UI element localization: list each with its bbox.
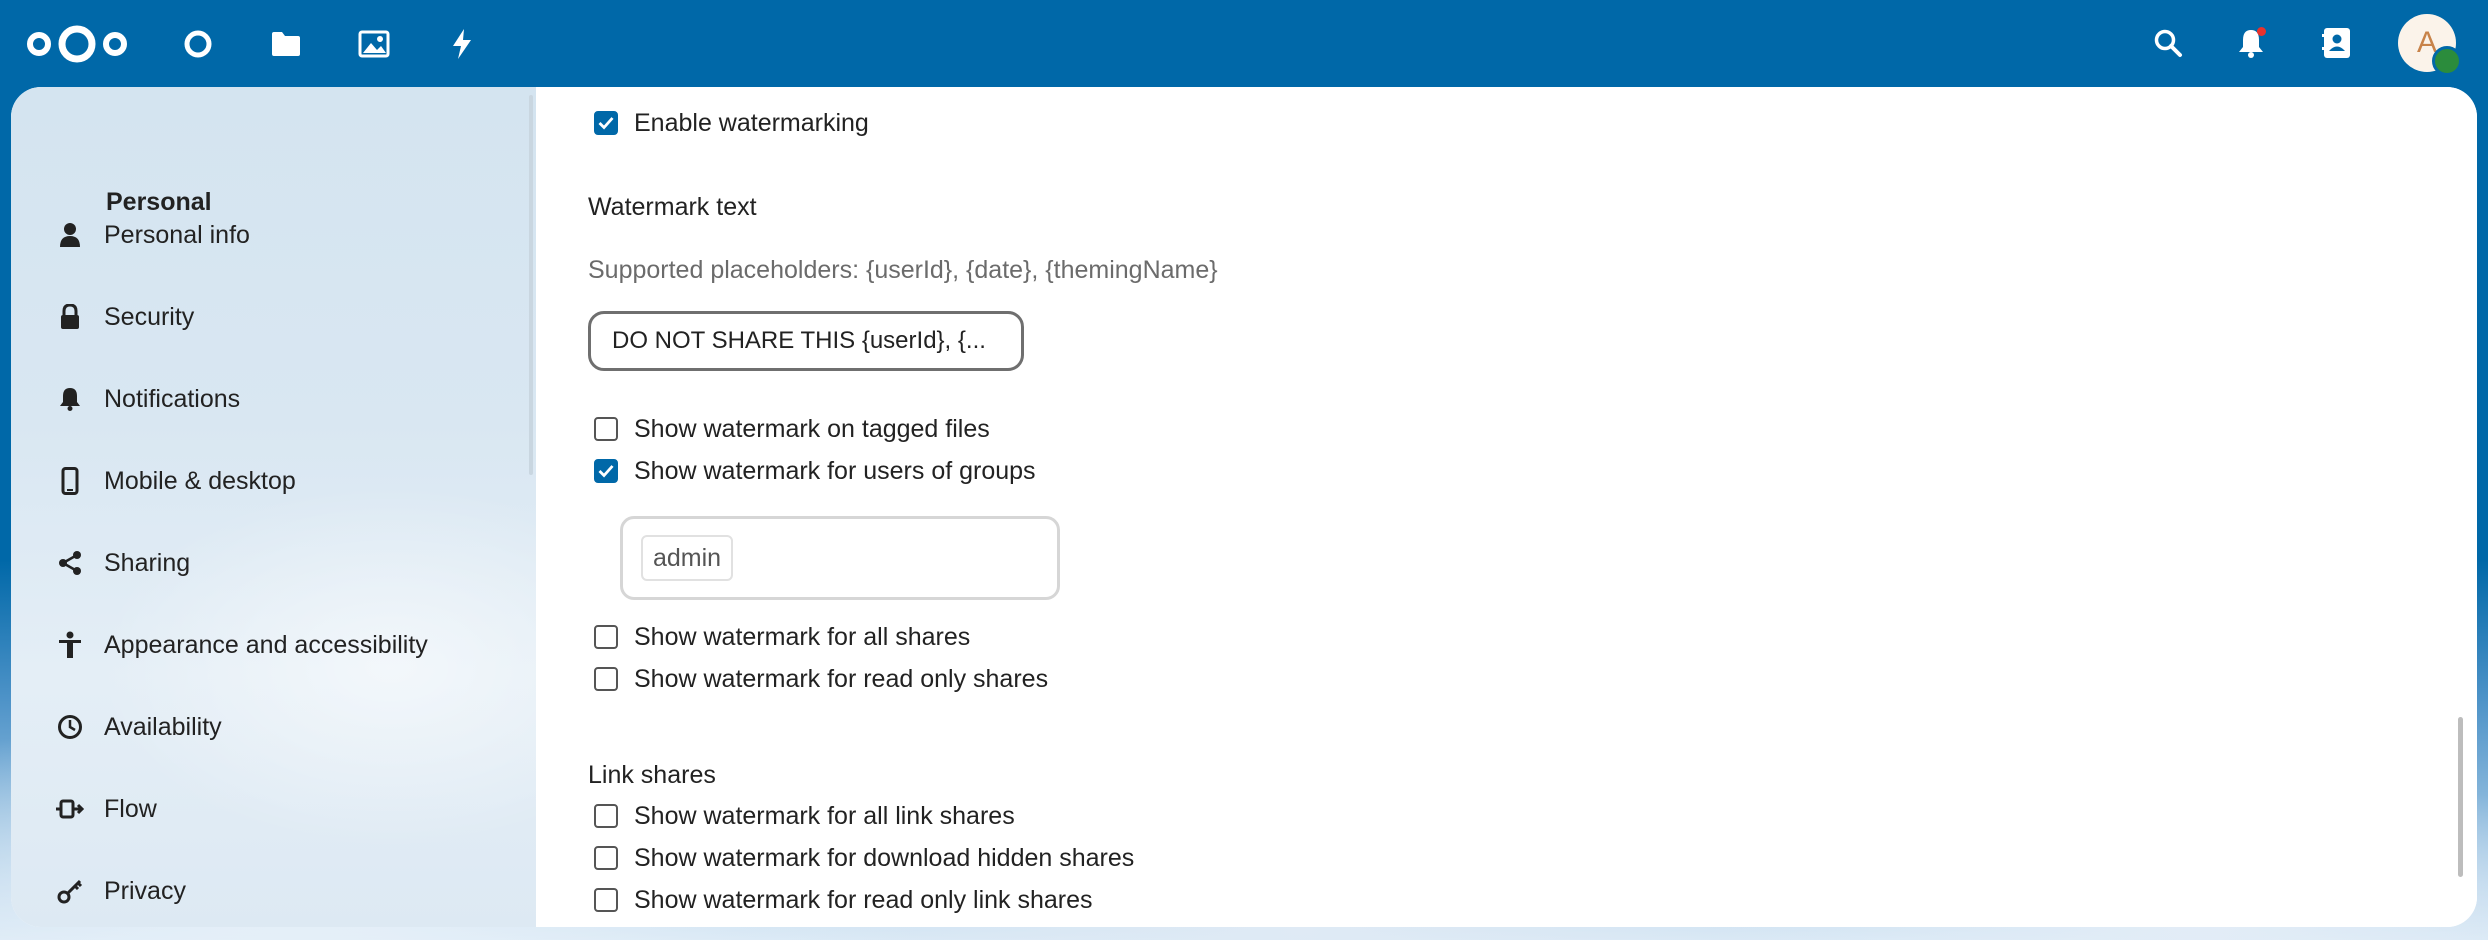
- sidebar-item-label: Appearance and accessibility: [104, 630, 428, 659]
- placeholders-hint: Supported placeholders: {userId}, {date}…: [588, 256, 1218, 284]
- group-chip[interactable]: admin: [641, 535, 734, 581]
- sidebar-item-personal-info[interactable]: Personal info: [41, 205, 511, 265]
- photos-app-icon[interactable]: [352, 22, 396, 66]
- users-of-groups-label: Show watermark for users of groups: [634, 456, 1036, 485]
- all-link-shares-checkbox[interactable]: [594, 804, 618, 828]
- read-only-link-shares-row[interactable]: Show watermark for read only link shares: [594, 882, 1093, 918]
- download-hidden-shares-row[interactable]: Show watermark for download hidden share…: [594, 840, 1134, 876]
- lock-icon: [55, 302, 85, 332]
- sidebar-item-flow[interactable]: Flow: [41, 779, 511, 839]
- sidebar-item-label: Privacy: [104, 876, 186, 905]
- sidebar-item-label: Mobile & desktop: [104, 466, 296, 495]
- enable-watermarking-label: Enable watermarking: [634, 108, 869, 137]
- content-scrollbar[interactable]: [2458, 717, 2463, 877]
- files-app-icon[interactable]: [264, 22, 308, 66]
- sidebar-item-sharing[interactable]: Sharing: [41, 533, 511, 593]
- sidebar-item-notifications[interactable]: Notifications: [41, 369, 511, 429]
- notifications-bell-icon[interactable]: [2228, 20, 2274, 66]
- bell-icon: [55, 384, 85, 414]
- search-icon[interactable]: [2145, 20, 2191, 66]
- share-icon: [55, 548, 85, 578]
- nextcloud-logo[interactable]: [22, 22, 132, 66]
- sidebar-item-label: Sharing: [104, 548, 191, 577]
- all-link-shares-label: Show watermark for all link shares: [634, 801, 1015, 830]
- users-of-groups-checkbox[interactable]: [594, 459, 618, 483]
- sidebar-item-mobile-desktop[interactable]: Mobile & desktop: [41, 451, 511, 511]
- contacts-icon[interactable]: [2314, 20, 2360, 66]
- all-shares-label: Show watermark for all shares: [634, 622, 971, 651]
- download-hidden-shares-label: Show watermark for download hidden share…: [634, 843, 1135, 872]
- read-only-link-shares-label: Show watermark for read only link shares: [634, 885, 1093, 914]
- all-shares-row[interactable]: Show watermark for all shares: [594, 619, 970, 655]
- enable-watermarking-checkbox[interactable]: [594, 111, 618, 135]
- tagged-files-row[interactable]: Show watermark on tagged files: [594, 411, 990, 447]
- sidebar-item-label: Personal info: [104, 220, 250, 249]
- link-shares-heading: Link shares: [588, 761, 716, 789]
- watermark-text-input[interactable]: DO NOT SHARE THIS {userId}, {...: [588, 311, 1024, 371]
- read-only-link-shares-checkbox[interactable]: [594, 888, 618, 912]
- sidebar-item-security[interactable]: Security: [41, 287, 511, 347]
- tagged-files-label: Show watermark on tagged files: [634, 414, 990, 443]
- user-avatar[interactable]: A: [2398, 14, 2462, 76]
- groups-select[interactable]: admin: [620, 516, 1060, 600]
- sidebar-item-label: Flow: [104, 794, 157, 823]
- watermark-text-value: DO NOT SHARE THIS {userId}, {...: [612, 327, 986, 354]
- sidebar-item-label: Notifications: [104, 384, 241, 413]
- activity-app-icon[interactable]: [440, 22, 484, 66]
- tagged-files-checkbox[interactable]: [594, 417, 618, 441]
- key-icon: [55, 876, 85, 906]
- dashboard-app-icon[interactable]: [176, 22, 220, 66]
- person-icon: [55, 220, 85, 250]
- flow-icon: [55, 794, 85, 824]
- read-only-shares-checkbox[interactable]: [594, 667, 618, 691]
- clock-icon: [55, 712, 85, 742]
- sidebar-item-label: Availability: [104, 712, 222, 741]
- online-status-indicator: [2432, 46, 2462, 76]
- sidebar-item-appearance-accessibility[interactable]: Appearance and accessibility: [41, 615, 511, 675]
- all-link-shares-row[interactable]: Show watermark for all link shares: [594, 798, 1015, 834]
- sidebar-item-availability[interactable]: Availability: [41, 697, 511, 757]
- download-hidden-shares-checkbox[interactable]: [594, 846, 618, 870]
- sidebar-item-label: Security: [104, 302, 195, 331]
- sidebar-item-privacy[interactable]: Privacy: [41, 861, 511, 921]
- read-only-shares-row[interactable]: Show watermark for read only shares: [594, 661, 1048, 697]
- phone-icon: [55, 466, 85, 496]
- settings-sidebar: Personal Personal info Security Notifica…: [11, 87, 536, 927]
- enable-watermarking-row[interactable]: Enable watermarking: [594, 105, 869, 141]
- all-shares-checkbox[interactable]: [594, 625, 618, 649]
- read-only-shares-label: Show watermark for read only shares: [634, 664, 1049, 693]
- sidebar-scrollbar[interactable]: [529, 95, 533, 475]
- accessibility-icon: [55, 630, 85, 660]
- notification-badge: [2257, 27, 2266, 36]
- watermark-settings-panel: Enable watermarking Watermark text Suppo…: [536, 87, 2477, 927]
- watermark-text-label: Watermark text: [588, 193, 757, 221]
- users-of-groups-row[interactable]: Show watermark for users of groups: [594, 453, 1036, 489]
- main-card: Personal Personal info Security Notifica…: [11, 87, 2477, 927]
- top-header: A: [0, 0, 2488, 87]
